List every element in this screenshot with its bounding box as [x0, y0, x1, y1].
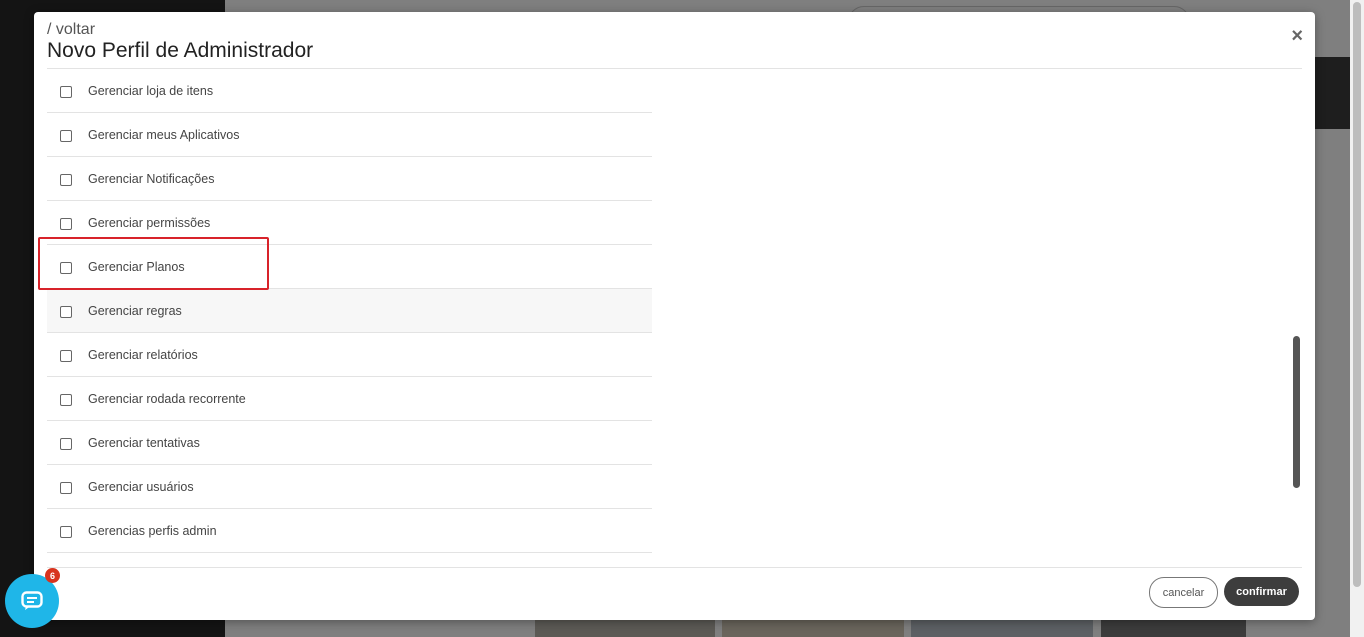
permission-checkbox[interactable]: [60, 85, 72, 98]
permission-row[interactable]: Gerenciar usuários: [47, 465, 652, 509]
page-scrollbar[interactable]: [1350, 0, 1364, 637]
permission-row[interactable]: Gerenciar rodada recorrente: [47, 377, 652, 421]
permission-checkbox[interactable]: [60, 437, 72, 450]
permission-row[interactable]: Gerenciar relatórios: [47, 333, 652, 377]
background-thumbnail: [722, 620, 904, 637]
permission-label: Gerenciar usuários: [88, 479, 194, 494]
permission-checkbox[interactable]: [60, 129, 72, 142]
permission-label: Gerenciar permissões: [88, 215, 211, 230]
permission-label: Gerencias perfis admin: [88, 523, 217, 538]
permission-row[interactable]: Gerenciar meus Aplicativos: [47, 113, 652, 157]
permissions-list: Gerenciar loja de itens Gerenciar meus A…: [47, 69, 652, 553]
permission-checkbox[interactable]: [60, 305, 72, 318]
permission-row[interactable]: Gerenciar Notificações: [47, 157, 652, 201]
permission-checkbox[interactable]: [60, 393, 72, 406]
background-thumbnail: [911, 620, 1093, 637]
cancel-button[interactable]: cancelar: [1149, 577, 1218, 608]
permission-label: Gerenciar regras: [88, 303, 182, 318]
permission-checkbox[interactable]: [60, 349, 72, 362]
permission-checkbox[interactable]: [60, 173, 72, 186]
permission-label: Gerenciar Notificações: [88, 171, 215, 186]
permission-label: Gerenciar meus Aplicativos: [88, 127, 240, 142]
permission-checkbox[interactable]: [60, 481, 72, 494]
modal-scrollbar-thumb[interactable]: [1293, 336, 1300, 488]
background-thumbnail: [1101, 620, 1246, 637]
highlight-box: [38, 237, 269, 290]
permission-label: Gerenciar loja de itens: [88, 83, 214, 98]
permission-row[interactable]: Gerenciar loja de itens: [47, 69, 652, 113]
permission-label: Gerenciar rodada recorrente: [88, 391, 246, 406]
footer-divider: [47, 567, 1302, 568]
notification-badge: 6: [45, 568, 60, 583]
permission-row[interactable]: Gerenciar regras: [47, 289, 652, 333]
confirm-button[interactable]: confirmar: [1224, 577, 1299, 606]
modal-title: Novo Perfil de Administrador: [47, 39, 314, 62]
background-header-band: [1315, 57, 1350, 129]
page-scrollbar-thumb[interactable]: [1353, 2, 1361, 587]
back-link[interactable]: / voltar: [47, 21, 95, 39]
permission-label: Gerenciar relatórios: [88, 347, 198, 362]
permission-checkbox[interactable]: [60, 525, 72, 538]
permission-label: Gerenciar tentativas: [88, 435, 200, 450]
permission-checkbox[interactable]: [60, 217, 72, 230]
close-icon[interactable]: ×: [1291, 26, 1303, 46]
permission-row[interactable]: Gerenciar tentativas: [47, 421, 652, 465]
permission-row[interactable]: Gerencias perfis admin: [47, 509, 652, 553]
background-thumbnail: [535, 620, 715, 637]
chat-icon: [21, 591, 43, 610]
new-admin-profile-modal: / voltar Novo Perfil de Administrador × …: [34, 12, 1315, 620]
